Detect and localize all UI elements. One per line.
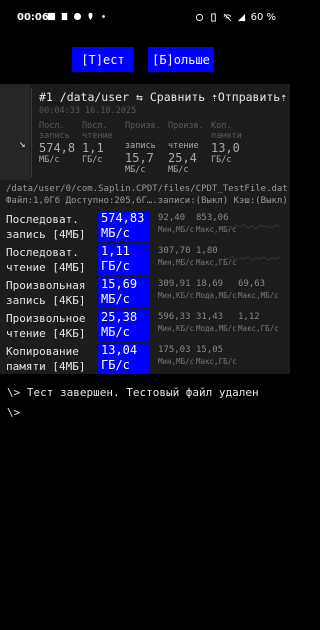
- row-stat-value: 1,80: [196, 246, 218, 256]
- row-label: Произвольное чтение [4КБ]: [6, 312, 86, 340]
- console-prompt: \>: [7, 406, 21, 419]
- row-label: Последоват. чтение [4МБ]: [6, 246, 86, 274]
- column-unit: МБ/с: [39, 155, 60, 165]
- row-value: 13,04 ГБ/с: [98, 343, 150, 374]
- result-row: Произвольное чтение [4КБ] 25,38 МБ/с 596…: [0, 310, 290, 342]
- column-value: 13,0: [211, 141, 240, 155]
- sparkline-chart: [224, 255, 281, 261]
- row-stat-value: 596,33: [158, 312, 191, 322]
- row-stat-value: 15,05: [196, 345, 224, 355]
- column-value: 15,7: [125, 151, 154, 165]
- row-value: 15,69 МБ/с: [98, 277, 150, 308]
- row-stat-label: Мода,МБ/с: [196, 324, 237, 333]
- row-stat-label: Мин,КБ/с: [158, 324, 195, 333]
- row-stat-value: 1,12: [238, 312, 260, 322]
- settings-icon: [73, 12, 82, 21]
- column-unit: ГБ/с: [82, 155, 103, 165]
- row-stat-value: 18,69: [196, 279, 224, 289]
- row-value: 25,38 МБ/с: [98, 310, 150, 341]
- result-row: Последоват. чтение [4МБ] 1,11 ГБ/с 307,7…: [0, 244, 290, 276]
- row-stat-label: Макс,ГБ/с: [238, 324, 279, 333]
- row-stat-value: 175,03: [158, 345, 191, 355]
- status-time: 00:06: [17, 12, 49, 23]
- results-panel: ↘ #1 /data/user ⇆ Сравнить ⇡Отправить⇡ 0…: [0, 84, 290, 374]
- row-stat-value: 92,40: [158, 213, 186, 223]
- row-stat-label: Мин,МБ/с: [158, 258, 195, 267]
- column-head: Произв.: [125, 121, 161, 131]
- column-value: 574,8: [39, 141, 76, 155]
- battery-level: 60 %: [250, 12, 276, 23]
- column-unit: МБ/с: [168, 165, 189, 175]
- row-stat-value: 307,70: [158, 246, 191, 256]
- row-stat-value: 69,63: [238, 279, 266, 289]
- compare-button[interactable]: ⇆ Сравнить: [136, 90, 205, 104]
- more-button[interactable]: [Б]ольше: [148, 47, 214, 72]
- alarm-icon: [195, 13, 203, 22]
- row-label: Произвольная запись [4КБ]: [6, 279, 86, 307]
- row-stat-label: Макс,МБ/с: [238, 291, 279, 300]
- row-stat-label: Мин,МБ/с: [158, 225, 195, 234]
- row-stat-value: 309,91: [158, 279, 191, 289]
- result-strip: [0, 84, 30, 180]
- row-stat-label: Мин,КБ/с: [158, 291, 195, 300]
- column-value: 1,1: [82, 141, 104, 155]
- expand-arrow-icon[interactable]: ↘: [19, 137, 26, 150]
- send-button[interactable]: ⇡Отправить⇡: [211, 90, 287, 104]
- sparkline-chart: [224, 223, 281, 230]
- test-file-path: /data/user/0/com.Saplin.CPDT/files/CPDT_…: [6, 184, 288, 194]
- row-stat-label: Макс,ГБ/с: [196, 357, 237, 366]
- status-bar: 00:06 60 %: [0, 0, 290, 36]
- row-value: 574,83 МБ/с: [98, 211, 150, 242]
- row-label: Последоват. запись [4МБ]: [6, 213, 86, 241]
- dot-icon: [102, 15, 105, 18]
- signal-icon: [237, 13, 245, 22]
- row-value: 1,11 ГБ/с: [98, 244, 150, 275]
- column-value: 25,4: [168, 151, 197, 165]
- result-row: Произвольная запись [4КБ] 15,69 МБ/с 309…: [0, 277, 290, 309]
- column-head: Посл. чтение: [82, 121, 113, 141]
- column-sub: чтение: [168, 141, 199, 151]
- result-timestamp: 00:04:33 16.10.2025: [39, 106, 137, 116]
- file-info: Файл:1,0Гб Доступно:205,6Г….записи:(Выкл…: [6, 196, 288, 206]
- result-row: Копирование памяти [4МБ] 13,04 ГБ/с 175,…: [0, 343, 290, 375]
- test-button[interactable]: [Т]ест: [72, 47, 134, 72]
- column-unit: ГБ/с: [211, 155, 232, 165]
- row-stat-value: 31,43: [196, 312, 224, 322]
- wifi-off-icon: [223, 13, 232, 22]
- row-stat-label: Мода,МБ/с: [196, 291, 237, 300]
- divider: [31, 88, 32, 178]
- row-label: Копирование памяти [4МБ]: [6, 345, 86, 373]
- column-head: Посл. запись: [39, 121, 70, 141]
- location-icon: [88, 12, 93, 21]
- sim-icon: [61, 12, 68, 21]
- vibrate-icon: [210, 13, 216, 22]
- console-message: \> Тест завершен. Тестовый файл удален: [7, 386, 259, 399]
- column-sub: запись: [125, 141, 156, 151]
- result-title: #1 /data/user: [39, 90, 130, 104]
- column-head: Произв.: [168, 121, 204, 131]
- column-head: Коп. памяти: [211, 121, 242, 141]
- column-unit: МБ/с: [125, 165, 146, 175]
- notification-icon: [47, 12, 56, 21]
- result-row: Последоват. запись [4МБ] 574,83 МБ/с 92,…: [0, 211, 290, 243]
- row-stat-label: Мин,МБ/с: [158, 357, 195, 366]
